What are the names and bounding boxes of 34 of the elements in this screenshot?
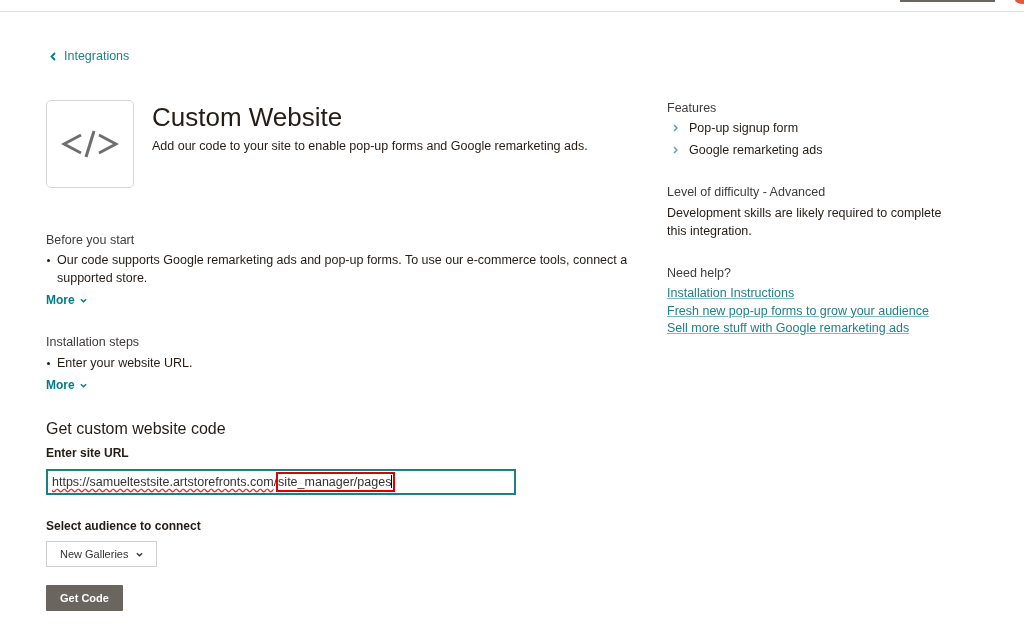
section-heading: Need help? bbox=[667, 265, 732, 281]
chevron-down-icon bbox=[136, 551, 144, 557]
chevron-down-icon bbox=[79, 297, 87, 303]
bullet-icon bbox=[47, 259, 50, 262]
page-title: Custom Website bbox=[152, 101, 344, 133]
bullet-text: Enter your website URL. bbox=[57, 355, 194, 372]
section-heading: Installation steps bbox=[46, 334, 141, 351]
chevron-right-icon bbox=[673, 146, 678, 154]
help-link[interactable]: Sell more stuff with Google remarketing ads bbox=[667, 320, 910, 338]
more-toggle[interactable]: More bbox=[46, 376, 87, 394]
feature-item: Pop-up signup form bbox=[689, 120, 799, 137]
help-link[interactable]: Fresh new pop-up forms to grow your audience bbox=[667, 302, 929, 320]
feature-item: Google remarketing ads bbox=[689, 142, 823, 159]
section-heading: Level of difficulty - Advanced bbox=[667, 184, 827, 200]
more-toggle[interactable]: More bbox=[46, 291, 87, 309]
chevron-down-icon bbox=[79, 382, 87, 388]
bullet-icon bbox=[47, 362, 50, 365]
section-heading: Features bbox=[667, 100, 718, 116]
annotation-box: site_manager/pages bbox=[276, 472, 396, 492]
get-code-button[interactable]: Get Code bbox=[46, 585, 123, 611]
bullet-text: Our code supports Google remarketing ads and pop-up forms. To use our e-commerce tools, connect a supported store. bbox=[57, 252, 629, 287]
form-heading: Get custom website code bbox=[46, 419, 227, 439]
page-description: Add our code to your site to enable pop-up forms and Google remarketing ads. bbox=[152, 138, 588, 155]
avatar-icon[interactable] bbox=[1015, 0, 1024, 4]
chevron-left-icon bbox=[50, 51, 56, 61]
field-label: Enter site URL bbox=[46, 445, 130, 461]
chevron-right-icon bbox=[673, 124, 678, 132]
help-link[interactable]: Installation Instructions bbox=[667, 285, 795, 303]
section-heading: Before you start bbox=[46, 232, 136, 249]
back-link[interactable]: Integrations bbox=[50, 48, 130, 64]
audience-dropdown[interactable]: New Galleries bbox=[46, 541, 158, 567]
difficulty-description: Development skills are likely required to complete this integration. bbox=[667, 205, 943, 240]
field-label: Select audience to connect bbox=[46, 518, 202, 534]
code-icon bbox=[46, 100, 134, 188]
